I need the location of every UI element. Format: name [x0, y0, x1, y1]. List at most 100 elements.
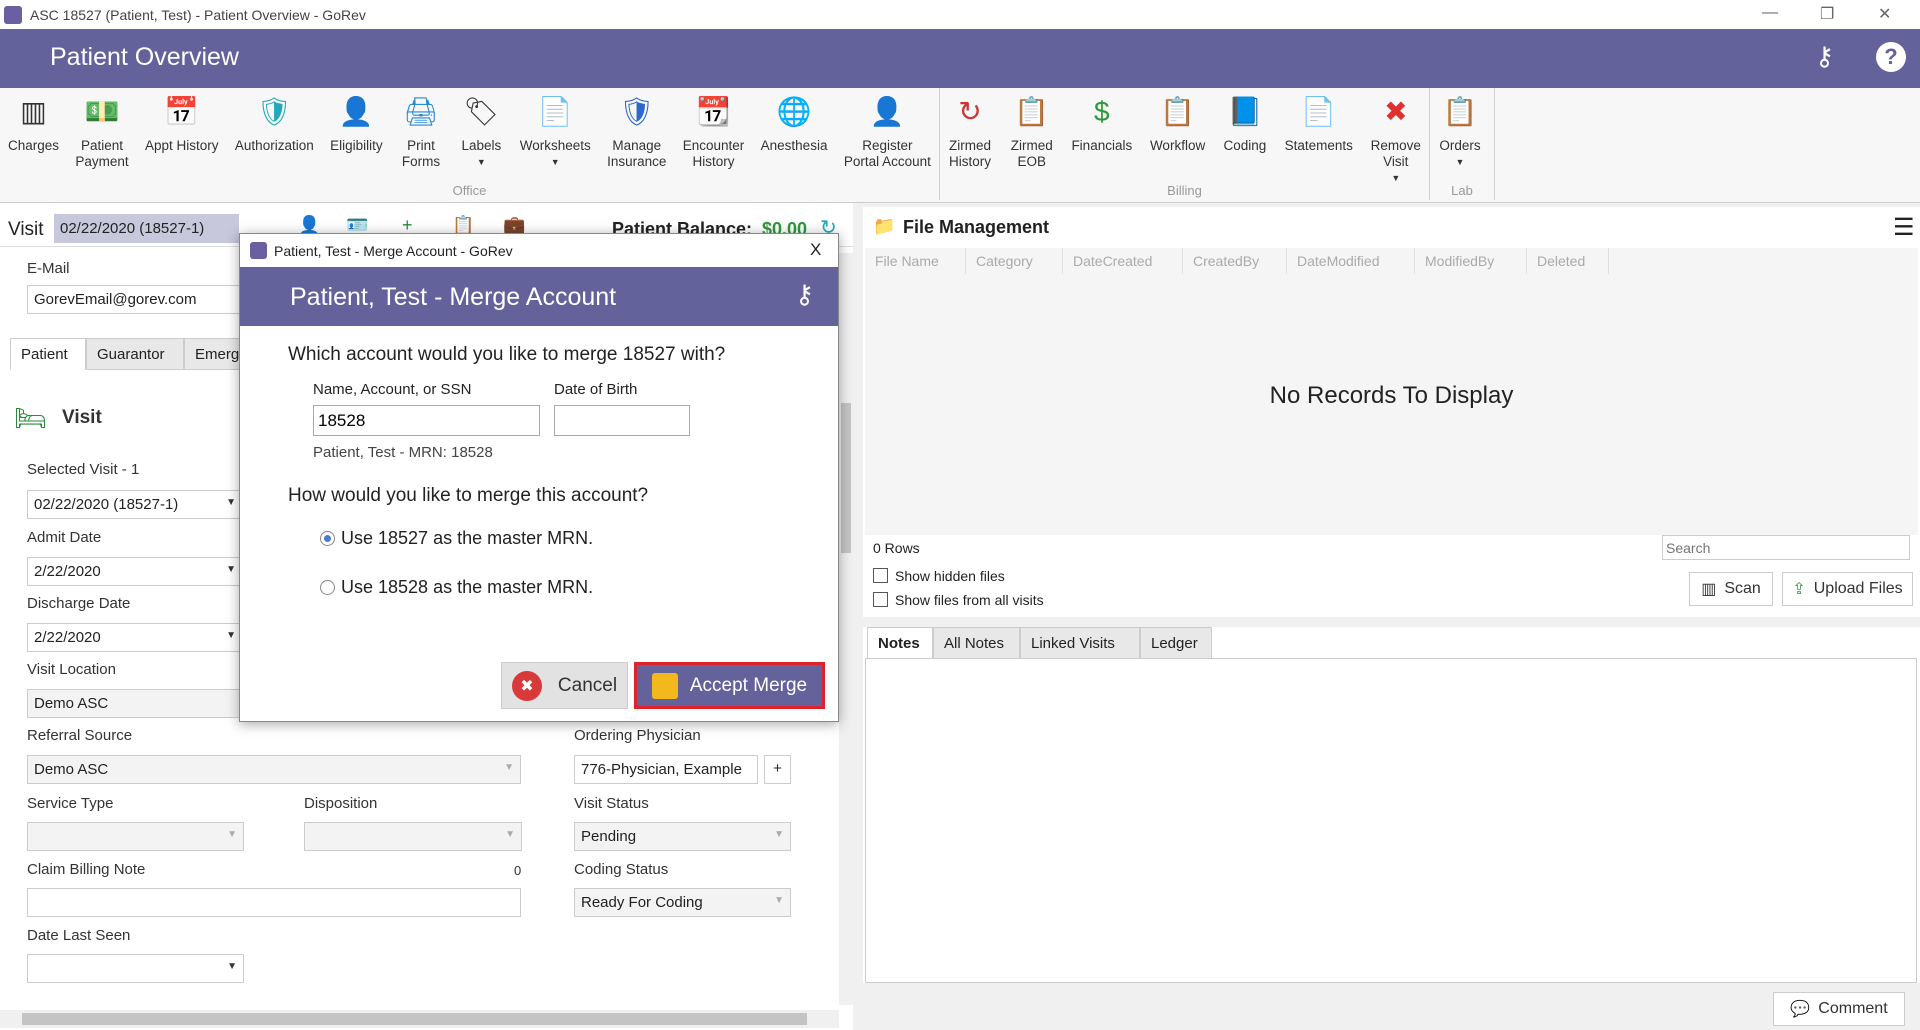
- admit-date-label: Admit Date: [27, 529, 102, 546]
- email-label: E-Mail: [27, 260, 70, 277]
- section-title: Visit: [62, 407, 102, 428]
- tab-notes[interactable]: Notes: [867, 627, 933, 659]
- cancel-button[interactable]: ✖ Cancel: [501, 662, 628, 709]
- visit-location-label: Visit Location: [27, 661, 116, 678]
- chevron-down-icon: ▼: [504, 762, 514, 773]
- column-header[interactable]: DateModified: [1287, 248, 1415, 274]
- horizontal-scrollbar[interactable]: [0, 1010, 839, 1028]
- empty-message: No Records To Display: [1269, 382, 1514, 409]
- window-titlebar: ASC 18527 (Patient, Test) - Patient Over…: [0, 0, 1920, 29]
- ribbon-button-label: Authorization: [234, 138, 314, 153]
- tab-linked-visits[interactable]: Linked Visits: [1020, 627, 1140, 659]
- eob-icon: 📋: [1014, 96, 1050, 127]
- service-type-select[interactable]: ▼: [27, 822, 244, 851]
- disposition-label: Disposition: [304, 795, 378, 812]
- ribbon-button-label: Eligibility: [330, 138, 383, 153]
- add-physician-button[interactable]: +: [764, 755, 791, 784]
- keys-icon[interactable]: ⚷: [1815, 41, 1834, 72]
- visit-location-field[interactable]: Demo ASC: [27, 689, 243, 718]
- coding-status-value: Ready For Coding: [581, 894, 703, 911]
- column-header[interactable]: ModifiedBy: [1415, 248, 1527, 274]
- upload-icon: ⇪: [1792, 581, 1806, 598]
- show-hidden-label: Show hidden files: [895, 568, 1005, 584]
- vertical-scrollbar[interactable]: [839, 253, 853, 1005]
- master-18528-label[interactable]: Use 18528 as the master MRN.: [341, 577, 593, 598]
- chevron-down-icon: ▼: [476, 157, 486, 167]
- date-last-seen-picker[interactable]: ▼: [27, 954, 244, 983]
- ribbon-button-label: Orders: [1439, 138, 1481, 153]
- file-search-input[interactable]: [1662, 535, 1910, 560]
- visit-label: Visit: [8, 219, 44, 240]
- minimize-button[interactable]: —: [1762, 4, 1778, 22]
- statements-icon: 📄: [1301, 96, 1337, 127]
- column-header[interactable]: Deleted: [1527, 248, 1609, 274]
- notes-area[interactable]: [865, 658, 1917, 983]
- ordering-physician-label: Ordering Physician: [574, 727, 701, 744]
- match-result[interactable]: Patient, Test - MRN: 18528: [313, 444, 493, 461]
- row-count: 0 Rows: [873, 540, 920, 556]
- chevron-down-icon: ▼: [227, 829, 237, 840]
- help-icon[interactable]: ?: [1876, 42, 1906, 72]
- coding-status-select[interactable]: Ready For Coding ▼: [574, 888, 791, 917]
- referral-source-select[interactable]: Demo ASC ▼: [27, 755, 521, 784]
- comment-button[interactable]: 💬 Comment: [1773, 992, 1905, 1026]
- upload-label: Upload Files: [1813, 580, 1903, 597]
- dialog-close-button[interactable]: X: [810, 240, 821, 260]
- user-add-icon: 👤: [869, 96, 905, 127]
- ribbon-button-label: Patient Payment: [75, 138, 129, 169]
- column-header[interactable]: Category: [966, 248, 1063, 274]
- tab-ledger[interactable]: Ledger: [1140, 627, 1212, 659]
- dob-label: Date of Birth: [554, 381, 638, 398]
- tab-all-notes[interactable]: All Notes: [933, 627, 1020, 659]
- master-18527-radio[interactable]: [320, 531, 335, 546]
- ribbon-group-billing: ↻ Zirmed History 📋 Zirmed EOB $ Financials 📋 Wo…: [940, 88, 1430, 200]
- master-18528-radio[interactable]: [320, 580, 335, 595]
- splitter[interactable]: [863, 617, 1920, 627]
- ribbon-group-office: ▥ Charges 💵 Patient Payment 📅 Appt History 🛡 Au…: [0, 88, 940, 200]
- ribbon-button-label: Labels: [461, 138, 502, 153]
- restore-button[interactable]: ❐: [1820, 4, 1834, 24]
- menu-icon[interactable]: ☰: [1893, 213, 1915, 242]
- ribbon-button-label: Workflow: [1149, 138, 1206, 153]
- merge-account-dialog: Patient, Test - Merge Account - GoRev X …: [239, 233, 839, 722]
- ordering-physician-field[interactable]: 776-Physician, Example: [574, 755, 758, 784]
- disposition-select[interactable]: ▼: [304, 822, 522, 851]
- folder-icon: 📁: [873, 216, 896, 236]
- column-header[interactable]: File Name: [865, 248, 966, 274]
- close-button[interactable]: ✕: [1878, 4, 1891, 24]
- page-title: Patient Overview: [50, 43, 239, 71]
- visit-select[interactable]: 02/22/2020 (18527-1): [54, 214, 239, 243]
- upload-files-button[interactable]: ⇪ Upload Files: [1782, 572, 1913, 606]
- column-header[interactable]: CreatedBy: [1183, 248, 1287, 274]
- selected-visit-select[interactable]: 02/22/2020 (18527-1) ▼: [27, 490, 243, 519]
- tag-icon: 🏷: [463, 96, 500, 127]
- chevron-down-icon: ▼: [774, 829, 784, 840]
- claim-billing-note-label: Claim Billing Note: [27, 861, 146, 878]
- visit-status-select[interactable]: Pending ▼: [574, 822, 791, 851]
- discharge-date-picker[interactable]: 2/22/2020 ▼: [27, 623, 243, 652]
- note-char-count: 0: [514, 863, 522, 878]
- show-hidden-checkbox[interactable]: [873, 568, 888, 583]
- column-header[interactable]: DateCreated: [1063, 248, 1183, 274]
- show-all-visits-checkbox[interactable]: [873, 592, 888, 607]
- email-field[interactable]: GorevEmail@gorev.com: [27, 285, 247, 314]
- tab-patient[interactable]: Patient: [10, 338, 86, 370]
- master-18527-label[interactable]: Use 18527 as the master MRN.: [341, 528, 593, 549]
- chevron-down-icon: ▼: [226, 497, 236, 508]
- anesthesia-icon: 🌐: [776, 96, 812, 127]
- coding-status-label: Coding Status: [574, 861, 669, 878]
- barcode-icon: ▥: [20, 96, 47, 127]
- scan-button[interactable]: ▥ Scan: [1689, 572, 1773, 606]
- dialog-window-title: Patient, Test - Merge Account - GoRev: [274, 243, 513, 259]
- dob-input[interactable]: [554, 405, 690, 436]
- comment-label: Comment: [1818, 1000, 1888, 1017]
- accept-merge-button[interactable]: Accept Merge: [634, 662, 825, 709]
- admit-date-picker[interactable]: 2/22/2020 ▼: [27, 557, 243, 586]
- claim-billing-note-field[interactable]: [27, 888, 521, 917]
- ribbon-group-label: Office: [452, 183, 487, 198]
- tab-guarantor[interactable]: Guarantor: [86, 338, 184, 370]
- keys-icon: ⚷: [795, 279, 815, 309]
- ribbon-button-label: Remove Visit: [1370, 138, 1421, 169]
- chevron-down-icon: ▼: [226, 630, 236, 641]
- account-search-input[interactable]: [313, 405, 540, 436]
